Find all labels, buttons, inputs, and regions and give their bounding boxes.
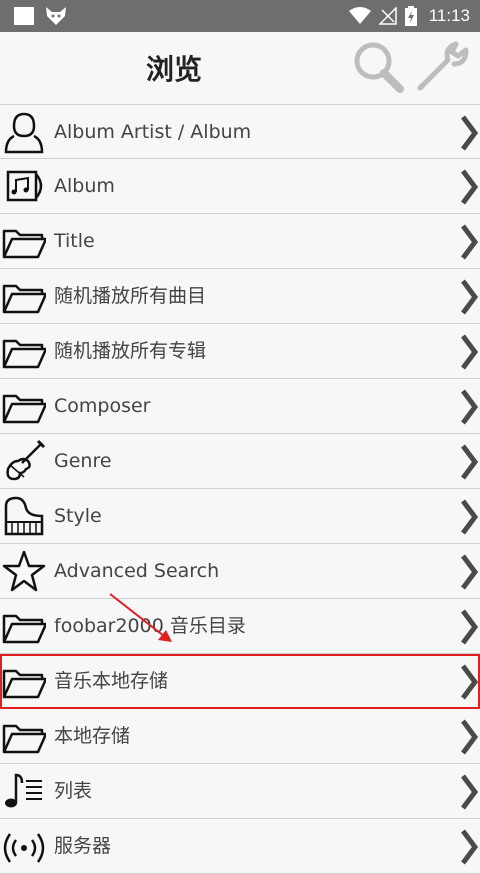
chevron-right-icon (461, 334, 478, 370)
chevron-right-icon (461, 169, 478, 205)
list-item-label: 随机播放所有曲目 (54, 285, 207, 307)
list-item[interactable]: 本地存储 (0, 709, 480, 764)
notification-square-icon (14, 7, 34, 25)
signal-off-icon (378, 7, 397, 25)
chevron-right-icon (461, 279, 478, 315)
list-item-label: Composer (54, 395, 151, 417)
star-icon (2, 550, 46, 592)
playlist-icon (5, 773, 42, 808)
chevron-right-icon (461, 499, 478, 535)
wrench-icon[interactable] (414, 40, 474, 94)
chevron-right-icon (461, 829, 478, 865)
broadcast-icon (3, 833, 45, 863)
status-time: 11:13 (428, 6, 470, 25)
battery-charging-icon (404, 6, 417, 26)
album-icon (6, 170, 43, 202)
list-item[interactable]: Composer (0, 379, 480, 434)
list-item-label: Style (54, 505, 102, 527)
chevron-right-icon (461, 774, 478, 810)
list-item[interactable]: foobar2000 音乐目录 (0, 599, 480, 654)
list-item[interactable]: 随机播放所有曲目 (0, 269, 480, 324)
list-item-label: 列表 (54, 780, 93, 802)
list-item[interactable]: Title (0, 214, 480, 269)
list-item-label: Album (54, 175, 115, 197)
list-item[interactable]: 随机播放所有专辑 (0, 324, 480, 379)
chevron-right-icon (461, 719, 478, 755)
folder-icon (2, 614, 46, 644)
list-item-label: 服务器 (54, 835, 112, 857)
list-item[interactable]: 列表 (0, 764, 480, 819)
status-bar: 11:13 (0, 0, 480, 32)
list-item-highlighted[interactable]: 音乐本地存储 (0, 654, 480, 709)
folder-icon (2, 229, 46, 259)
search-icon[interactable] (352, 40, 406, 94)
person-icon (4, 112, 44, 154)
folder-icon (2, 724, 46, 754)
violin-icon (6, 439, 46, 481)
chevron-right-icon (461, 664, 478, 700)
folder-icon (2, 394, 46, 424)
list-item-label: 本地存储 (54, 725, 131, 747)
list-item[interactable]: 服务器 (0, 819, 480, 874)
list-item[interactable]: Album Artist / Album (0, 104, 480, 159)
piano-icon (4, 496, 44, 536)
header: 浏览 (0, 32, 480, 104)
fox-app-icon (46, 7, 66, 25)
list-item-label: foobar2000 音乐目录 (54, 615, 246, 637)
list-item-label: Genre (54, 450, 112, 472)
chevron-right-icon (461, 389, 478, 425)
chevron-right-icon (461, 554, 478, 590)
list-item[interactable]: Genre (0, 434, 480, 489)
chevron-right-icon (461, 115, 478, 151)
chevron-right-icon (461, 224, 478, 260)
folder-icon (2, 669, 46, 699)
list-item-label: Album Artist / Album (54, 121, 252, 143)
list-item-label: Advanced Search (54, 560, 220, 582)
list-item-label: 随机播放所有专辑 (54, 340, 207, 362)
list-item[interactable]: Advanced Search (0, 544, 480, 599)
folder-icon (2, 339, 46, 369)
browse-list: Album Artist / Album Album Title 随机播放所有曲… (0, 104, 480, 874)
list-item[interactable]: Style (0, 489, 480, 544)
page-title: 浏览 (146, 53, 203, 86)
chevron-right-icon (461, 444, 478, 480)
list-item-label: Title (54, 230, 95, 252)
chevron-right-icon (461, 609, 478, 645)
wifi-icon (348, 7, 371, 24)
list-item-label: 音乐本地存储 (54, 670, 169, 692)
list-item[interactable]: Album (0, 159, 480, 214)
folder-icon (2, 284, 46, 314)
